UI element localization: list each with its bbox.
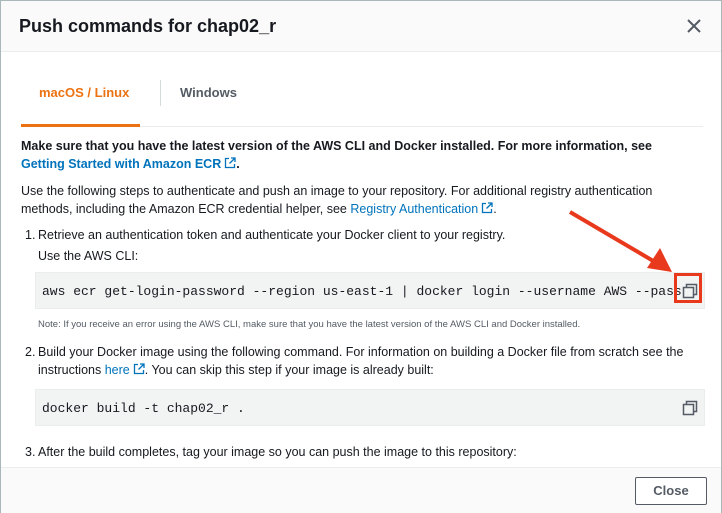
- auth-intro-text: Use the following steps to authenticate …: [21, 184, 653, 216]
- step-number: 1.: [25, 228, 36, 242]
- external-link-icon: [225, 157, 236, 169]
- prerequisite-text: Make sure that you have the latest versi…: [21, 139, 652, 171]
- dialog-header: Push commands for chap02_r: [1, 1, 721, 52]
- copy-icon[interactable]: [682, 400, 698, 416]
- tab-windows[interactable]: Windows: [161, 72, 251, 126]
- getting-started-link[interactable]: Getting Started with Amazon ECR: [21, 157, 221, 171]
- external-link-icon: [482, 202, 493, 214]
- registry-authentication-link[interactable]: Registry Authentication: [350, 202, 478, 216]
- copy-highlight-box: [674, 273, 702, 303]
- step-number: 3.: [25, 445, 36, 459]
- tab-label: Windows: [180, 85, 237, 100]
- instructions: Make sure that you have the latest versi…: [21, 137, 711, 218]
- dialog-title: Push commands for chap02_r: [19, 16, 277, 36]
- login-command[interactable]: aws ecr get-login-password --region us-e…: [42, 284, 682, 299]
- dialog-body: macOS / Linux Windows Make sure that you…: [1, 52, 721, 466]
- build-command-box: docker build -t chap02_r .: [35, 389, 705, 426]
- step-text: After the build completes, tag your imag…: [38, 445, 517, 459]
- dialog-footer: Close: [1, 467, 721, 513]
- cli-note: Note: If you receive an error using the …: [38, 319, 581, 330]
- close-icon[interactable]: [683, 15, 705, 37]
- step-text: Retrieve an authentication token and aut…: [38, 228, 506, 242]
- here-link[interactable]: here: [105, 363, 130, 377]
- tab-macos-linux[interactable]: macOS / Linux: [21, 72, 140, 127]
- step-number: 2.: [25, 345, 36, 359]
- push-commands-dialog: Push commands for chap02_r macOS / Linux…: [0, 0, 722, 513]
- build-command[interactable]: docker build -t chap02_r .: [42, 401, 245, 416]
- step-subtext: Use the AWS CLI:: [38, 249, 139, 263]
- step-text: Build your Docker image using the follow…: [38, 345, 684, 377]
- login-command-box: aws ecr get-login-password --region us-e…: [35, 272, 705, 309]
- close-button[interactable]: Close: [635, 477, 707, 505]
- tab-bar: macOS / Linux Windows: [21, 72, 703, 127]
- tab-label: macOS / Linux: [39, 85, 130, 100]
- external-link-icon: [133, 363, 145, 375]
